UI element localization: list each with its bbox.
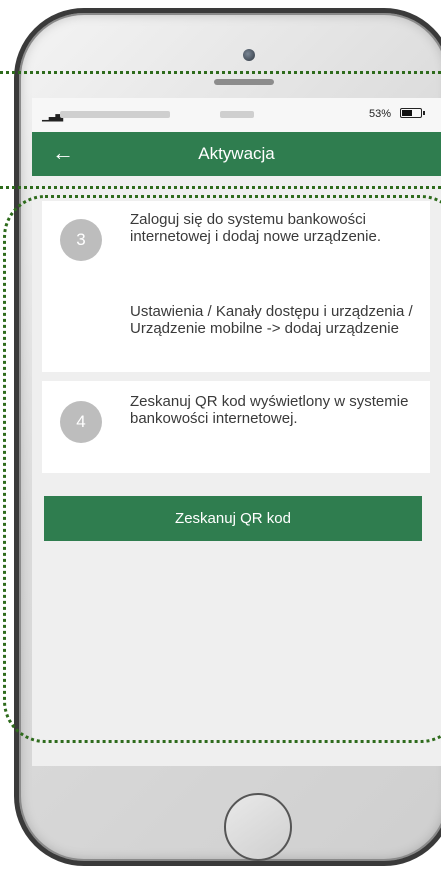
front-camera-icon (243, 49, 255, 61)
home-button[interactable] (224, 793, 292, 861)
stage: ▁▃▅ 53% Aktywacja ← 3 Zaloguj się do sys… (0, 0, 441, 871)
highlight-content-frame (3, 195, 441, 743)
highlight-header-frame (0, 71, 441, 189)
